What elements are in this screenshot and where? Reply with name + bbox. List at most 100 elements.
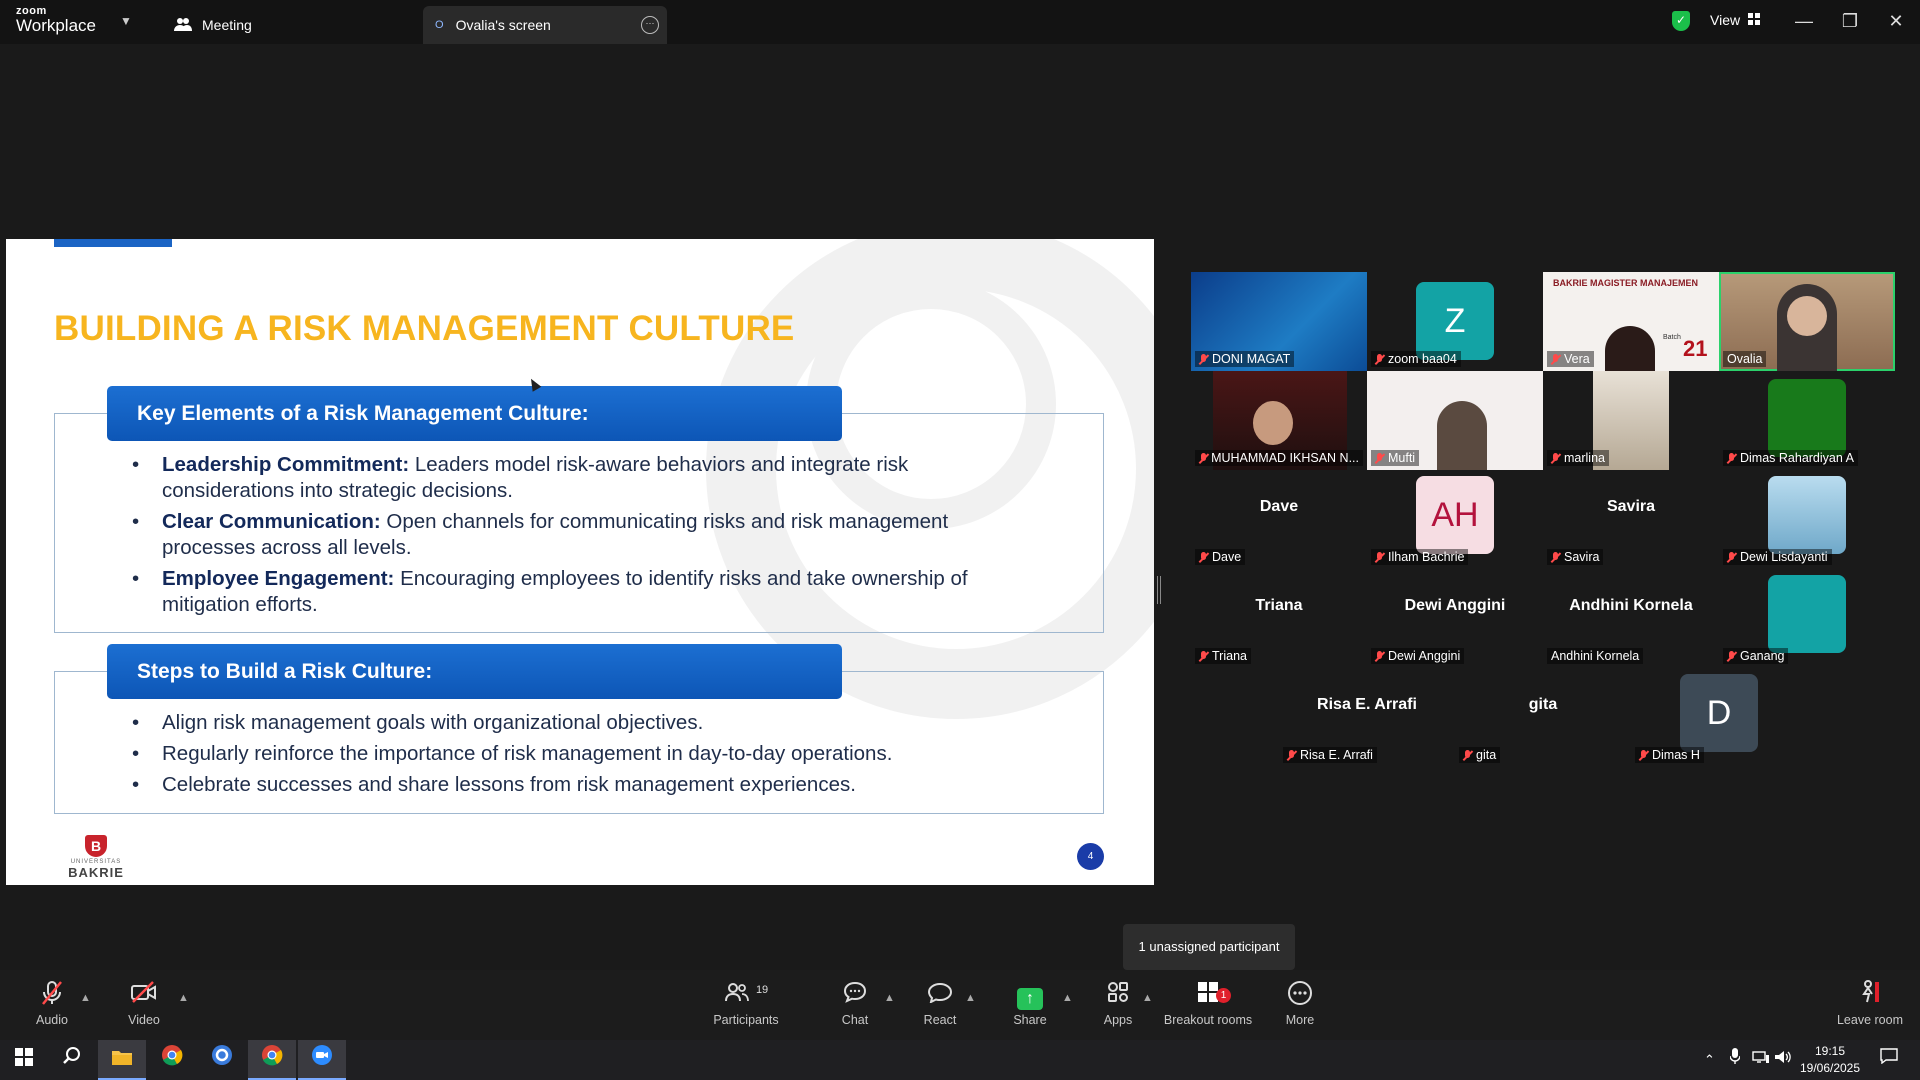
slide-accent-bar — [54, 239, 172, 247]
tab-shared-screen[interactable]: O Ovalia's screen ··· — [423, 6, 667, 44]
notifications-icon[interactable] — [1880, 1040, 1898, 1080]
view-button[interactable]: View — [1710, 12, 1761, 28]
chat-label: Chat — [841, 1013, 869, 1027]
more-options-icon[interactable]: ··· — [641, 16, 659, 34]
participant-display-name: Andhini Kornela — [1569, 597, 1693, 614]
participant-tile[interactable]: Triana Triana — [1191, 569, 1367, 668]
chrome-profile-icon[interactable] — [248, 1040, 296, 1080]
share-screen-icon: ↑ — [990, 980, 1070, 1012]
react-button[interactable]: React — [900, 970, 980, 1040]
participant-name: zoom baa04 — [1371, 351, 1461, 367]
participant-name: marlina — [1547, 450, 1609, 466]
muted-mic-icon — [1551, 452, 1560, 464]
muted-mic-icon — [1375, 452, 1384, 464]
chevron-up-icon[interactable]: ▲ — [884, 992, 895, 1004]
participant-video — [1787, 296, 1827, 336]
participant-tile[interactable]: Andhini Kornela Andhini Kornela — [1543, 569, 1719, 668]
participant-name: Triana — [1195, 648, 1251, 664]
slide-title: BUILDING A RISK MANAGEMENT CULTURE — [54, 309, 795, 348]
tab-shared-screen-label: Ovalia's screen — [455, 17, 551, 33]
video-label: Video — [128, 1013, 160, 1027]
audio-button[interactable]: Audio — [12, 970, 92, 1040]
virtual-background-text: 21 — [1683, 336, 1708, 361]
microphone-icon[interactable] — [1729, 1040, 1741, 1080]
apps-button[interactable]: Apps — [1078, 970, 1158, 1040]
participant-tile[interactable]: Dewi Lisdayanti — [1719, 470, 1895, 569]
participant-name: Ovalia — [1723, 351, 1767, 367]
more-button[interactable]: More — [1260, 970, 1340, 1040]
participants-icon: 19 — [706, 980, 786, 1012]
participant-tile[interactable]: gita gita — [1455, 668, 1631, 767]
chevron-down-icon[interactable]: ▼ — [120, 14, 132, 28]
chrome-icon[interactable] — [148, 1040, 196, 1080]
search-icon[interactable] — [48, 1040, 96, 1080]
chevron-up-icon[interactable]: ▲ — [965, 992, 976, 1004]
university-seal-icon: B — [85, 835, 107, 857]
chevron-up-icon[interactable]: ⌃ — [1704, 1040, 1715, 1080]
leave-room-button[interactable]: Leave room — [1830, 970, 1910, 1040]
zoom-logo[interactable]: zoom Workplace — [16, 6, 96, 35]
participant-avatar — [1768, 476, 1846, 554]
chat-button[interactable]: Chat — [815, 970, 895, 1040]
breakout-rooms-button[interactable]: Breakout rooms — [1158, 970, 1258, 1040]
network-icon[interactable] — [1752, 1040, 1770, 1080]
list-item: Clear Communication: Open channels for c… — [132, 509, 1032, 561]
chevron-up-icon[interactable]: ▲ — [1142, 992, 1153, 1004]
screen-share-dot-icon: O — [435, 19, 444, 31]
restore-icon[interactable]: ❐ — [1830, 8, 1870, 34]
muted-mic-icon — [1639, 749, 1648, 761]
participant-tile[interactable]: Savira Savira — [1543, 470, 1719, 569]
participant-tile[interactable]: D Dimas H — [1631, 668, 1807, 767]
participant-name: Mufti — [1371, 450, 1420, 466]
leave-icon — [1830, 980, 1910, 1012]
participant-tile[interactable]: MUHAMMAD IKHSAN N... — [1191, 371, 1367, 470]
windows-start-icon[interactable] — [0, 1040, 48, 1080]
volume-icon[interactable] — [1774, 1040, 1792, 1080]
participant-tile[interactable]: Dewi Anggini Dewi Anggini — [1367, 569, 1543, 668]
close-icon[interactable]: ✕ — [1876, 8, 1916, 34]
slide-page-number: 4 — [1077, 843, 1104, 870]
participant-display-name: Savira — [1606, 498, 1656, 515]
view-label: View — [1710, 12, 1741, 28]
participant-name: gita — [1459, 747, 1501, 763]
chat-icon — [815, 980, 895, 1012]
panel-resize-handle[interactable] — [1157, 576, 1161, 604]
participants-button[interactable]: 19 Participants — [706, 970, 786, 1040]
participant-tile[interactable]: marlina — [1543, 371, 1719, 470]
participant-name: Ilham Bachrie — [1371, 549, 1469, 565]
participant-tile[interactable]: BAKRIE MAGISTER MANAJEMEN Batch 21 Vera — [1543, 272, 1719, 371]
participant-avatar: Z — [1416, 282, 1494, 360]
more-label: More — [1285, 1013, 1315, 1027]
share-label: Share — [1013, 1013, 1047, 1027]
participant-tile-active-speaker[interactable]: Ovalia — [1719, 272, 1895, 371]
participant-tile[interactable]: Risa E. Arrafi Risa E. Arrafi — [1279, 668, 1455, 767]
chevron-up-icon[interactable]: ▲ — [1062, 992, 1073, 1004]
participant-video — [1253, 401, 1293, 445]
minimize-icon[interactable]: — — [1784, 8, 1824, 34]
muted-mic-icon — [1199, 650, 1208, 662]
video-button[interactable]: Video — [104, 970, 184, 1040]
participant-tile[interactable]: Ganang — [1719, 569, 1895, 668]
participant-tile[interactable]: DONI MAGAT — [1191, 272, 1367, 371]
browser-app-icon[interactable] — [198, 1040, 246, 1080]
file-explorer-icon[interactable] — [98, 1040, 146, 1080]
participant-tile[interactable]: Mufti — [1367, 371, 1543, 470]
muted-mic-icon — [1375, 551, 1384, 563]
participant-tile[interactable]: Dave Dave — [1191, 470, 1367, 569]
apps-label: Apps — [1103, 1013, 1133, 1027]
key-elements-banner: Key Elements of a Risk Management Cultur… — [107, 386, 842, 441]
title-bar: zoom Workplace ▼ Meeting O Ovalia's scre… — [0, 0, 1920, 44]
participant-name: Dewi Anggini — [1371, 648, 1465, 664]
encryption-shield-icon[interactable]: ✓ — [1672, 11, 1690, 31]
share-button[interactable]: ↑ Share — [990, 970, 1070, 1040]
participant-tile[interactable]: Z zoom baa04 — [1367, 272, 1543, 371]
participant-tile[interactable]: Dimas Rahardiyan A — [1719, 371, 1895, 470]
tab-meeting[interactable]: Meeting — [170, 6, 420, 44]
zoom-app-icon[interactable] — [298, 1040, 346, 1080]
chevron-up-icon[interactable]: ▲ — [80, 992, 91, 1004]
list-item: Leadership Commitment: Leaders model ris… — [132, 452, 1032, 504]
participant-tile[interactable]: AH Ilham Bachrie — [1367, 470, 1543, 569]
taskbar-clock[interactable]: 19:15 19/06/2025 — [1795, 1043, 1865, 1077]
chevron-up-icon[interactable]: ▲ — [178, 992, 189, 1004]
list-item: Celebrate successes and share lessons fr… — [132, 772, 1032, 798]
